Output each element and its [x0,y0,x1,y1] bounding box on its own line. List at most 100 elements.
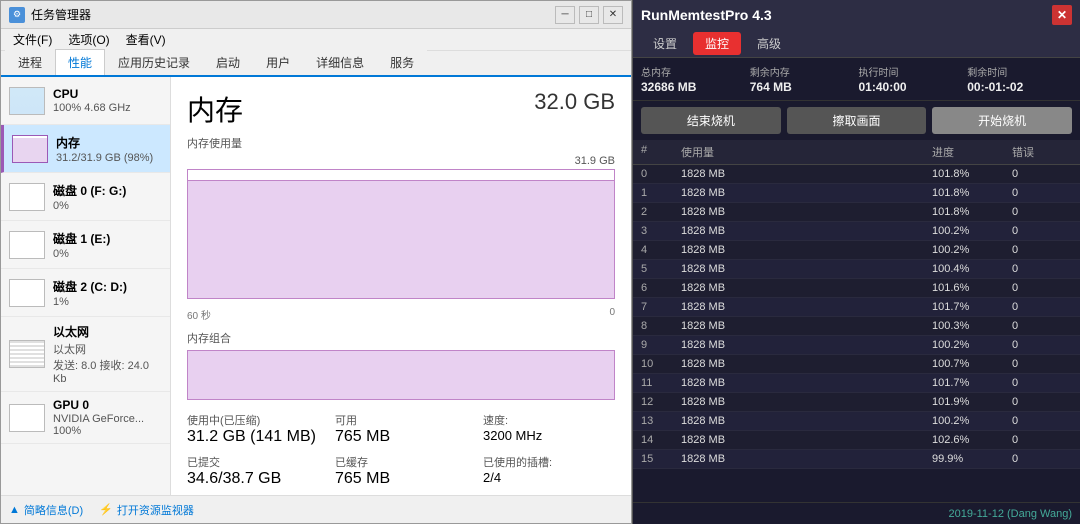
mt-total-mem: 总内存 32686 MB [641,64,746,94]
row-num: 6 [641,282,681,294]
row-num: 7 [641,301,681,313]
tab-users[interactable]: 用户 [253,49,303,75]
stat-committed-label: 已提交 [187,454,319,470]
row-num: 9 [641,339,681,351]
table-row: 13 1828 MB 100.2% 0 [633,412,1080,431]
disk2-info: 磁盘 2 (C: D:) 1% [53,278,162,308]
row-num: 0 [641,168,681,180]
row-usage: 1828 MB [681,187,932,199]
table-row: 14 1828 MB 102.6% 0 [633,431,1080,450]
row-usage: 1828 MB [681,320,932,332]
cpu-info: CPU 100% 4.68 GHz [53,87,162,114]
row-errors: 0 [1012,453,1072,465]
tm-menubar: 文件(F) 选项(O) 查看(V) [1,29,631,51]
tm-minimize-button[interactable]: ─ [555,6,575,24]
sidebar-item-gpu[interactable]: GPU 0 NVIDIA GeForce... 100% [1,392,170,444]
table-row: 9 1828 MB 100.2% 0 [633,336,1080,355]
mt-remain-mem-value: 764 MB [750,80,855,94]
row-errors: 0 [1012,434,1072,446]
cpu-name: CPU [53,87,162,101]
mt-tab-monitor[interactable]: 监控 [693,32,741,55]
sidebar-item-disk2[interactable]: 磁盘 2 (C: D:) 1% [1,269,170,317]
stat-speed-value: 3200 MHz [483,428,615,443]
sidebar-item-memory[interactable]: 内存 31.2/31.9 GB (98%) [1,125,170,173]
mt-tab-advanced[interactable]: 高级 [745,32,793,55]
row-progress: 100.4% [932,263,1012,275]
row-errors: 0 [1012,206,1072,218]
mt-capture-button[interactable]: 擦取画面 [787,107,927,134]
mt-end-button[interactable]: 结束烧机 [641,107,781,134]
memory-usage-chart [187,169,615,299]
disk0-name: 磁盘 0 (F: G:) [53,182,162,199]
row-num: 1 [641,187,681,199]
sidebar-item-cpu[interactable]: CPU 100% 4.68 GHz [1,77,170,125]
tm-menu-options[interactable]: 选项(O) [60,29,117,50]
summary-info-link[interactable]: ▲ 简略信息(D) [9,502,83,518]
mt-remain-time: 剩余时间 00:-01:-02 [967,64,1072,94]
tm-close-button[interactable]: ✕ [603,6,623,24]
tm-sidebar: CPU 100% 4.68 GHz 内存 31.2/31.9 GB (98%) … [1,77,171,495]
memtest-window: RunMemtestPro 4.3 ✕ 设置 监控 高级 总内存 32686 M… [632,0,1080,524]
row-usage: 1828 MB [681,434,932,446]
tab-startup[interactable]: 启动 [203,49,253,75]
stat-available: 可用 765 MB [335,412,467,446]
table-row: 8 1828 MB 100.3% 0 [633,317,1080,336]
table-row: 6 1828 MB 101.6% 0 [633,279,1080,298]
mt-total-mem-label: 总内存 [641,64,746,79]
mt-footer-text: 2019-11-12 (Dang Wang) [948,508,1072,520]
sidebar-item-disk0[interactable]: 磁盘 0 (F: G:) 0% [1,173,170,221]
table-row: 12 1828 MB 101.9% 0 [633,393,1080,412]
disk1-name: 磁盘 1 (E:) [53,230,162,247]
sidebar-item-network[interactable]: 以太网 以太网 发送: 8.0 接收: 24.0 Kb [1,317,170,392]
sidebar-item-disk1[interactable]: 磁盘 1 (E:) 0% [1,221,170,269]
comp-fill-area [188,351,614,399]
row-errors: 0 [1012,168,1072,180]
tab-performance[interactable]: 性能 [55,49,105,75]
disk1-detail: 0% [53,248,162,260]
mt-col-num: # [641,144,681,160]
mt-start-button[interactable]: 开始烧机 [932,107,1072,134]
stat-cached: 已缓存 765 MB [335,454,467,488]
row-usage: 1828 MB [681,453,932,465]
tm-titlebar: ⚙ 任务管理器 ─ □ ✕ [1,1,631,29]
stat-cached-label: 已缓存 [335,454,467,470]
row-errors: 0 [1012,301,1072,313]
task-manager-window: ⚙ 任务管理器 ─ □ ✕ 文件(F) 选项(O) 查看(V) 进程 性能 应用… [0,0,632,524]
row-num: 4 [641,244,681,256]
mt-remain-time-label: 剩余时间 [967,64,1072,79]
stat-slots-label: 已使用的插槽: [483,454,615,470]
row-num: 2 [641,206,681,218]
mt-close-button[interactable]: ✕ [1052,5,1072,25]
tm-menu-file[interactable]: 文件(F) [5,29,60,50]
row-errors: 0 [1012,225,1072,237]
tab-app-history[interactable]: 应用历史记录 [105,49,203,75]
stat-used-label: 使用中(已压缩) [187,412,319,428]
mt-exec-time-value: 01:40:00 [859,80,964,94]
row-usage: 1828 MB [681,206,932,218]
mt-table-body: 0 1828 MB 101.8% 0 1 1828 MB 101.8% 0 2 … [633,165,1080,469]
mt-tab-settings[interactable]: 设置 [641,32,689,55]
tab-processes[interactable]: 进程 [5,49,55,75]
row-usage: 1828 MB [681,358,932,370]
tm-body: CPU 100% 4.68 GHz 内存 31.2/31.9 GB (98%) … [1,77,631,495]
row-progress: 101.6% [932,282,1012,294]
tm-menu-view[interactable]: 查看(V) [118,29,174,50]
cpu-detail: 100% 4.68 GHz [53,102,162,114]
stat-available-label: 可用 [335,412,467,428]
tm-maximize-button[interactable]: □ [579,6,599,24]
tab-services[interactable]: 服务 [377,49,427,75]
mt-exec-time: 执行时间 01:40:00 [859,64,964,94]
row-progress: 100.2% [932,225,1012,237]
stat-used-value: 31.2 GB (141 MB) [187,428,319,446]
tab-details[interactable]: 详细信息 [303,49,377,75]
tm-title: 任务管理器 [31,6,555,23]
table-row: 0 1828 MB 101.8% 0 [633,165,1080,184]
memory-detail: 31.2/31.9 GB (98%) [56,152,162,164]
resource-monitor-link[interactable]: ⚡ 打开资源监视器 [99,502,194,518]
table-row: 3 1828 MB 100.2% 0 [633,222,1080,241]
row-num: 12 [641,396,681,408]
row-progress: 100.7% [932,358,1012,370]
gpu-info: GPU 0 NVIDIA GeForce... 100% [53,398,162,437]
main-title: 内存 [187,89,243,129]
stat-cached-value: 765 MB [335,470,467,488]
